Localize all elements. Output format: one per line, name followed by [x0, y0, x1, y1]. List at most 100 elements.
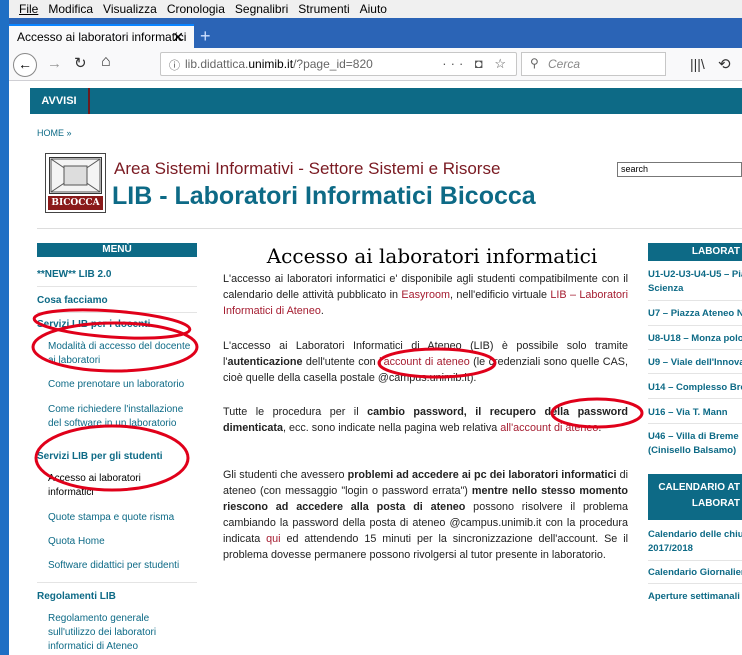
site-search-input[interactable]: search — [617, 162, 742, 177]
sidebar-item-regolamento-cont[interactable]: sull'utilizzo dei laboratori — [48, 626, 156, 640]
breadcrumb[interactable]: HOME » — [37, 128, 72, 138]
text: ed attendendo 15 minuti per la sincroniz… — [223, 533, 628, 561]
sidebar-right-item-calendario-chiusure[interactable]: Calendario delle chiu — [648, 528, 742, 541]
header-line: CALENDARIO AT — [658, 482, 740, 493]
page-actions-icon[interactable]: ··· ◘ ☆ — [442, 56, 510, 72]
reload-icon[interactable]: ↻ — [74, 54, 87, 72]
sidebar-item-installazione[interactable]: Come richiedere l'installazione — [48, 403, 183, 417]
sidebar-right-item-aperture[interactable]: Aperture settimanali — [648, 590, 742, 603]
sidebar-right-item-u9[interactable]: U9 – Viale dell'Innova — [648, 356, 742, 369]
search-icon: ⚲ — [530, 56, 539, 70]
sidebar-right-item-u8-u18[interactable]: U8-U18 – Monza polo — [648, 332, 742, 345]
menu-aiuto[interactable]: Aiuto — [360, 2, 387, 16]
divider — [648, 560, 742, 561]
sidebar-item-servizi-studenti[interactable]: Servizi LIB per gli studenti — [37, 450, 163, 464]
page-title: Accesso ai laboratori informatici — [266, 244, 598, 268]
menu-bar: File Modifica Visualizza Cronologia Segn… — [9, 0, 742, 18]
sidebar-item-accesso-laboratori[interactable]: Accesso ai laboratori — [48, 472, 141, 486]
divider — [648, 373, 742, 374]
sidebar-item-servizi-docenti[interactable]: Servizi LIB per i docenti — [37, 318, 150, 332]
top-nav-bar — [30, 88, 742, 114]
search-input[interactable]: ⚲ Cerca — [521, 52, 666, 76]
text: Gli studenti che avessero — [223, 469, 348, 481]
paragraph-4: Gli studenti che avessero problemi ad ac… — [223, 467, 628, 563]
text: , ecc. sono indicate nella pagina web re… — [283, 422, 501, 434]
sidebar-item-cosa-facciamo[interactable]: Cosa facciamo — [37, 294, 108, 308]
sidebar-right-item-u1-u5[interactable]: U1-U2-U3-U4-U5 – Pia — [648, 268, 742, 281]
header-divider — [37, 228, 742, 229]
sidebar-item-regolamento-cont2[interactable]: informatici di Ateneo — [48, 640, 138, 654]
bold-text: problemi ad accedere ai pc dei laborator… — [347, 469, 617, 481]
menu-segnalibri[interactable]: Segnalibri — [235, 2, 288, 16]
text: . — [320, 305, 324, 317]
text: . — [598, 422, 602, 434]
menu-strumenti[interactable]: Strumenti — [298, 2, 349, 16]
divider — [648, 300, 742, 301]
link-qui[interactable]: qui — [266, 533, 280, 545]
search-placeholder: Cerca — [548, 57, 581, 71]
sidebar-right-item-u7[interactable]: U7 – Piazza Ateneo N — [648, 307, 742, 320]
link-account-ateneo[interactable]: l'account di ateneo — [379, 356, 470, 368]
university-logo[interactable]: BICOCCA — [45, 153, 106, 213]
sidebar-right-header-laboratori: LABORAT — [648, 243, 742, 261]
menu-cronologia[interactable]: Cronologia — [167, 2, 225, 16]
paragraph-1: L'accesso ai laboratori informatici e' d… — [223, 271, 628, 319]
link-easyroom[interactable]: Easyroom — [401, 289, 450, 301]
text: , nell'edificio virtuale — [449, 289, 551, 301]
site-title[interactable]: LIB - Laboratori Informatici Bicocca — [112, 182, 536, 211]
divider — [37, 582, 197, 583]
sidebar-right-item-scienza[interactable]: Scienza — [648, 282, 742, 295]
sidebar-right-item-cinisello[interactable]: (Cinisello Balsamo) — [648, 444, 742, 457]
text: dell'utente con — [302, 356, 380, 368]
paragraph-2: L'accesso ai Laboratori Informatici di A… — [223, 338, 628, 386]
divider — [648, 583, 742, 584]
logo-lettering: BICOCCA — [48, 196, 103, 210]
sidebar-item-prenotare[interactable]: Come prenotare un laboratorio — [48, 378, 184, 392]
menu-file[interactable]: File — [19, 2, 38, 16]
divider — [648, 423, 742, 424]
divider — [37, 312, 197, 313]
url-bar[interactable]: ⓘ lib.didattica.unimib.it/?page_id=820 ·… — [160, 52, 517, 76]
info-icon[interactable]: ⓘ — [169, 57, 180, 73]
sidebar-item-new-lib[interactable]: **NEW** LIB 2.0 — [37, 268, 111, 282]
sidebar-item-software[interactable]: Software didattici per studenti — [48, 559, 179, 573]
site-subtitle: Area Sistemi Informativi - Settore Siste… — [114, 159, 501, 178]
sidebar-right-item-anno[interactable]: 2017/2018 — [648, 542, 742, 555]
window-frame-left — [0, 0, 9, 655]
sidebar-item-quota-home[interactable]: Quota Home — [48, 535, 105, 549]
sidebar-right-item-u14[interactable]: U14 – Complesso Bro — [648, 381, 742, 394]
paragraph-3: Tutte le procedura per il cambio passwor… — [223, 404, 628, 436]
sidebar-right-item-calendario-giornaliero[interactable]: Calendario Giornalier — [648, 566, 742, 579]
sidebar-item-modalita-accesso[interactable]: Modalità di accesso del docente — [48, 340, 190, 354]
sidebar-right-item-u16[interactable]: U16 – Via T. Mann — [648, 406, 742, 419]
header-line: LABORAT — [691, 498, 740, 509]
sidebar-item-regolamenti[interactable]: Regolamenti LIB — [37, 590, 116, 604]
logo-emblem — [49, 157, 102, 194]
home-icon[interactable]: ⌂ — [101, 53, 111, 71]
sync-icon[interactable]: ⟲ — [718, 55, 731, 73]
divider — [648, 325, 742, 326]
sidebar-item-modalita-accesso-cont[interactable]: ai laboratori — [48, 354, 100, 368]
tab-active[interactable]: Accesso ai laboratori informatici ✕ — [9, 24, 194, 48]
menu-visualizza[interactable]: Visualizza — [103, 2, 157, 16]
sidebar-item-accesso-laboratori-cont[interactable]: informatici — [48, 486, 94, 500]
new-tab-icon[interactable]: + — [200, 26, 211, 47]
tab-title: Accesso ai laboratori informatici — [17, 30, 187, 44]
sidebar-right-item-u46[interactable]: U46 – Villa di Breme — [648, 430, 742, 443]
library-icon[interactable]: |||\ — [690, 56, 705, 72]
link-account-ateneo-2[interactable]: all'account di ateneo — [500, 422, 598, 434]
sidebar-item-quote-stampa[interactable]: Quote stampa e quote risma — [48, 511, 174, 525]
sidebar-right-header-calendario: CALENDARIO AT LABORAT — [648, 474, 742, 520]
bold-text: autenticazione — [227, 356, 303, 368]
sidebar-item-regolamento[interactable]: Regolamento generale — [48, 612, 149, 626]
forward-icon[interactable]: → — [47, 55, 62, 72]
url-text: lib.didattica.unimib.it/?page_id=820 — [185, 57, 373, 71]
sidebar-menu-header: MENÙ — [37, 243, 197, 257]
divider — [648, 398, 742, 399]
close-icon[interactable]: ✕ — [172, 29, 184, 46]
menu-modifica[interactable]: Modifica — [48, 2, 93, 16]
nav-avvisi[interactable]: AVVISI — [30, 88, 90, 114]
divider — [648, 349, 742, 350]
back-icon[interactable]: ← — [13, 53, 37, 77]
sidebar-item-installazione-cont[interactable]: del software in un laboratorio — [48, 417, 176, 431]
